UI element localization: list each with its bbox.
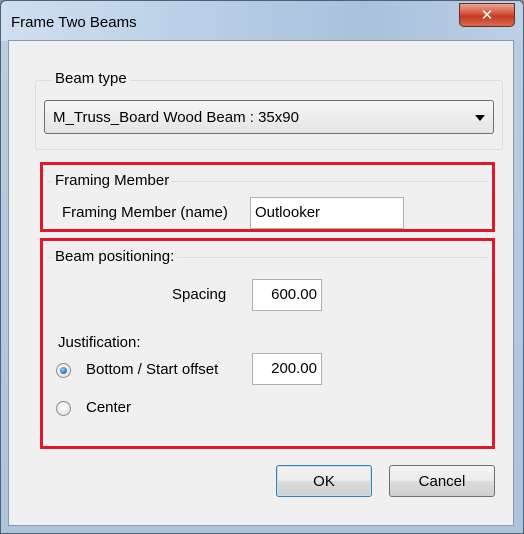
beam-positioning-group-label: Beam positioning: xyxy=(52,249,178,265)
center-label[interactable]: Center xyxy=(86,399,131,417)
spacing-input[interactable]: 600.00 xyxy=(252,279,322,311)
beam-type-selected-value: M_Truss_Board Wood Beam : 35x90 xyxy=(53,109,299,126)
start-offset-input[interactable]: 200.00 xyxy=(252,353,322,385)
justification-label: Justification: xyxy=(58,334,141,351)
radio-bottom-start-offset[interactable] xyxy=(56,363,71,378)
beam-type-group-label: Beam type xyxy=(52,71,130,87)
radio-selected-dot xyxy=(60,367,67,374)
close-button[interactable]: ✕ xyxy=(459,3,515,27)
close-icon: ✕ xyxy=(480,6,494,24)
cancel-button[interactable]: Cancel xyxy=(389,465,495,497)
window-title: Frame Two Beams xyxy=(11,14,137,31)
beam-type-dropdown[interactable]: M_Truss_Board Wood Beam : 35x90 xyxy=(44,100,494,134)
radio-center[interactable] xyxy=(56,401,71,416)
title-bar[interactable]: Frame Two Beams ✕ xyxy=(1,1,523,41)
chevron-down-icon xyxy=(475,115,485,121)
ok-button[interactable]: OK xyxy=(276,465,372,497)
framing-member-name-label: Framing Member (name) xyxy=(62,204,228,221)
framing-member-group-label: Framing Member xyxy=(52,173,173,189)
spacing-label: Spacing xyxy=(172,286,227,303)
bottom-start-offset-label[interactable]: Bottom / Start offset xyxy=(86,361,218,379)
framing-member-name-input[interactable]: Outlooker xyxy=(250,197,404,229)
